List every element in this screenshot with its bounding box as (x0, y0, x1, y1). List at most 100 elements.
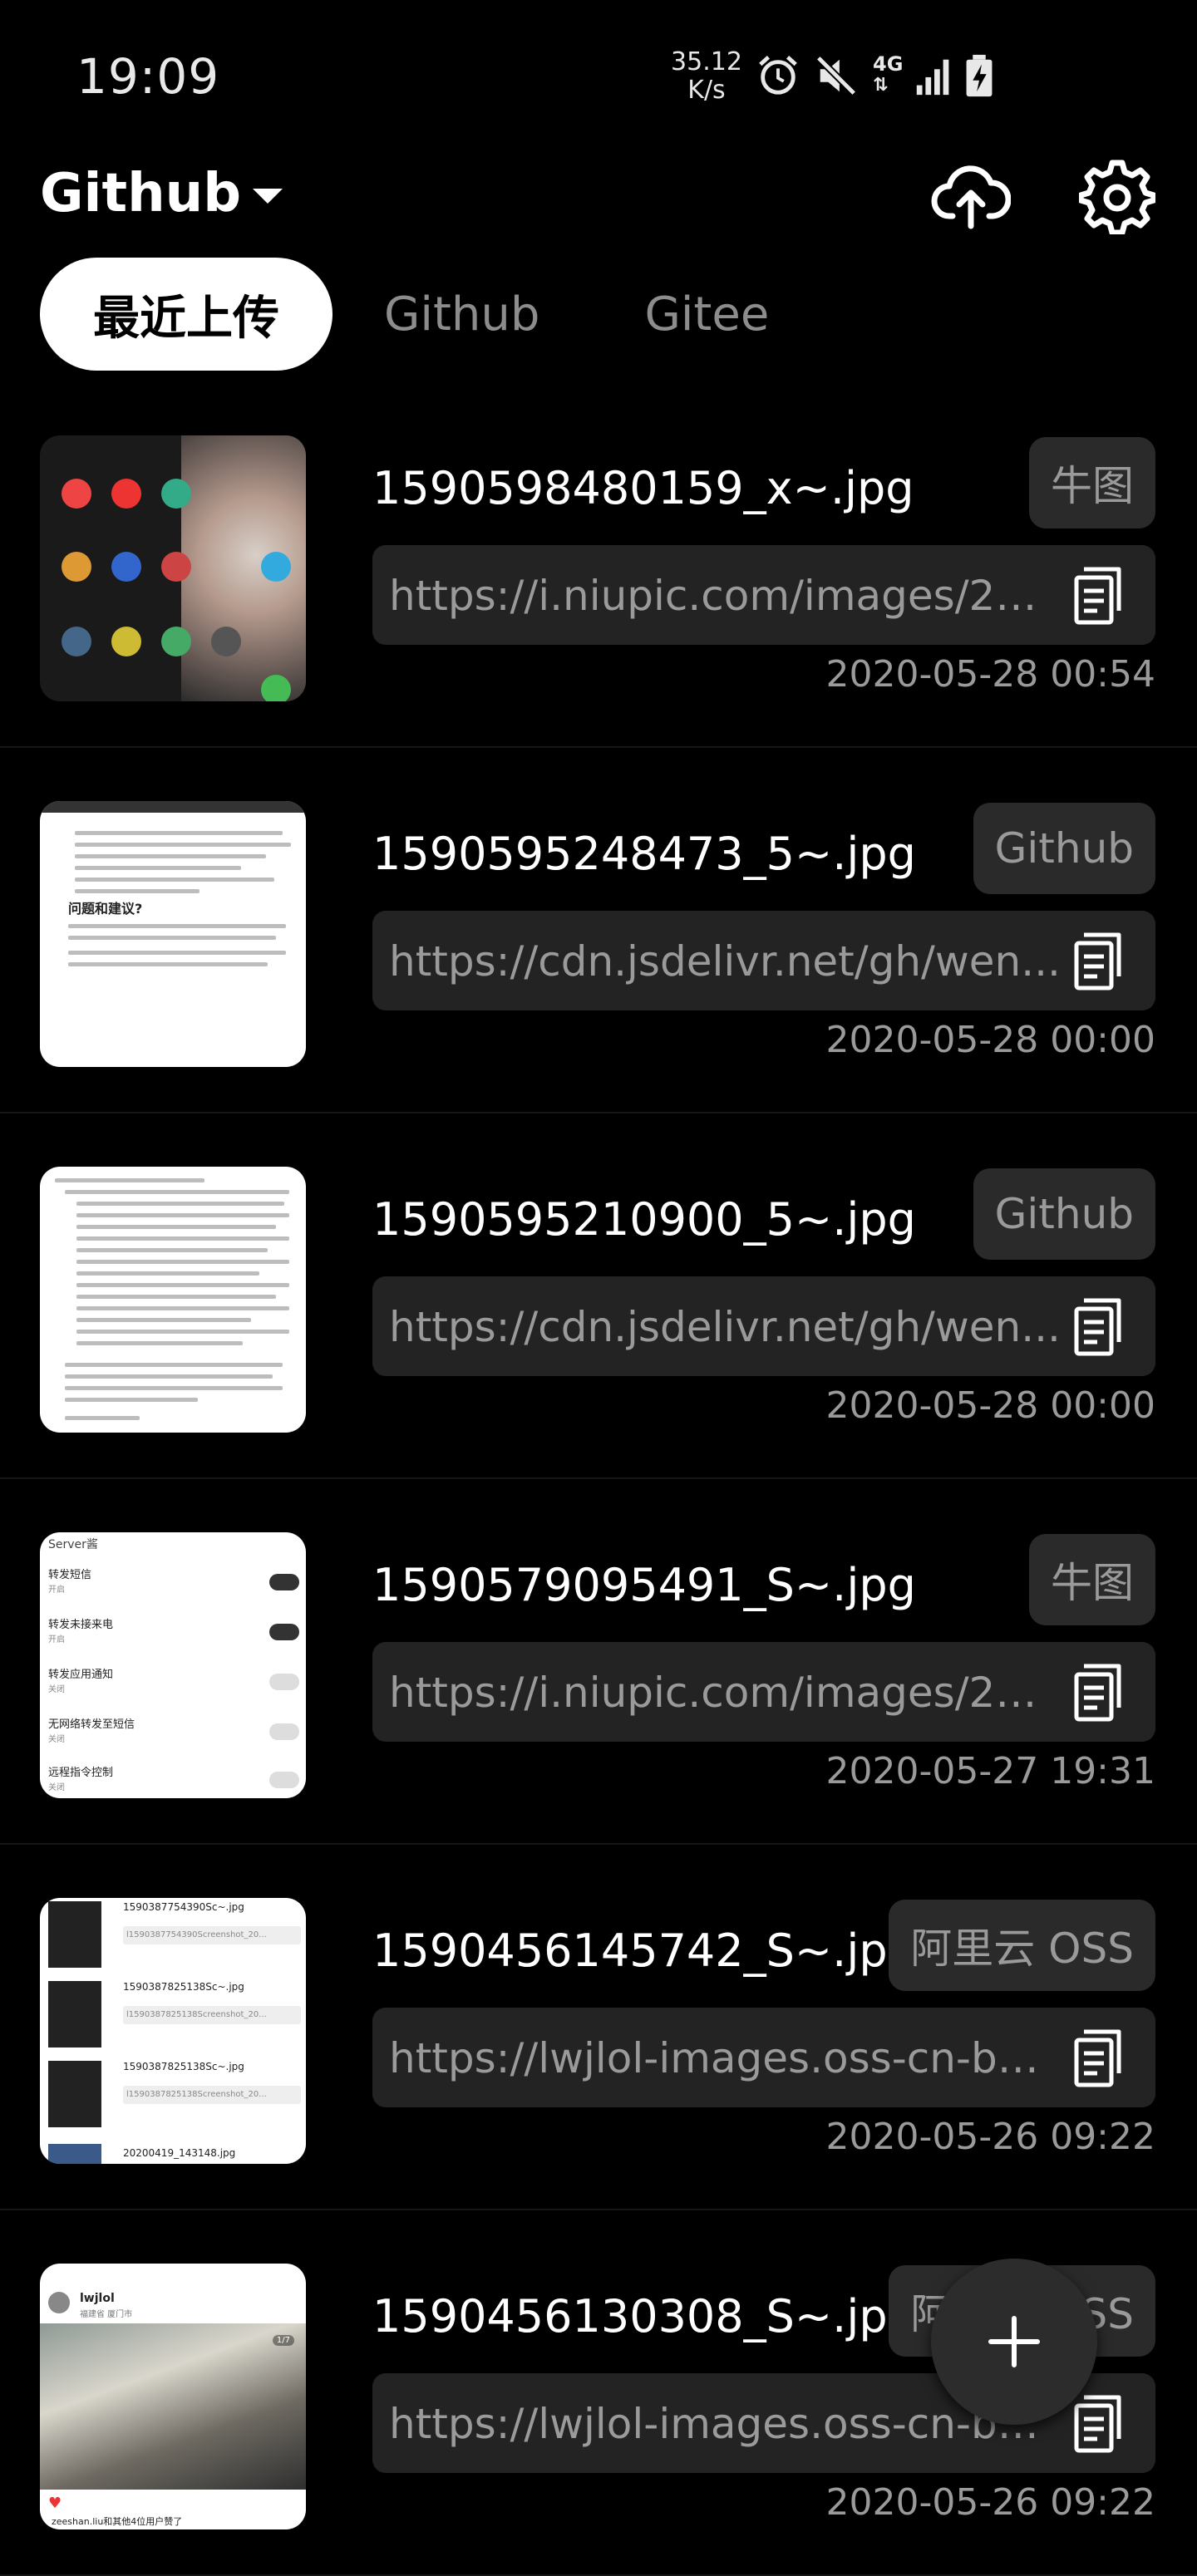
file-name: 1590579095491_S~.jpg (372, 1559, 916, 1611)
settings-button[interactable] (1077, 156, 1157, 236)
url-field[interactable]: https://lwjlol-images.oss-cn-beiji... (372, 2008, 1155, 2107)
host-badge: Github (973, 1168, 1155, 1260)
server-title: Server酱 (48, 1538, 98, 1551)
toggle-switch (269, 1574, 299, 1590)
app-title: Github (40, 163, 241, 224)
gear-icon (1079, 160, 1155, 234)
url-text: https://i.niupic.com/images/202... (389, 1669, 1061, 1717)
mini-thumb (48, 1981, 101, 2048)
copy-icon (1074, 567, 1121, 625)
thumbnail[interactable] (40, 1167, 306, 1433)
copy-url-button[interactable] (1066, 1659, 1132, 1725)
social-user: lwjlol (80, 2292, 115, 2305)
upload-item[interactable]: Server酱 转发短信 开启 转发未接来电 开启 转发应用通知 关闭 无网络转… (0, 1479, 1197, 1845)
upload-item[interactable]: 问题和建议? 1590595248473_5~.jpg Github https… (0, 748, 1197, 1113)
cloud-upload-icon (931, 165, 1011, 229)
toggle-switch (269, 1772, 299, 1788)
url-field[interactable]: https://i.niupic.com/images/202... (372, 1642, 1155, 1742)
dropdown-caret-icon (253, 189, 283, 204)
copy-icon (1074, 932, 1121, 991)
host-badge: 阿里云 OSS (889, 1900, 1155, 1991)
file-name: 1590595210900_5~.jpg (372, 1193, 916, 1246)
photo-counter: 1/7 (272, 2335, 294, 2346)
doc-heading: 问题和建议? (68, 901, 143, 917)
upload-date: 2020-05-27 19:31 (825, 1750, 1156, 1792)
upload-item[interactable]: 1590387754390Sc~.jpg l1590387754390Scree… (0, 1845, 1197, 2210)
copy-url-button[interactable] (1066, 1293, 1132, 1359)
url-field[interactable]: https://cdn.jsdelivr.net/gh/wen... (372, 1276, 1155, 1376)
setting-label: 转发短信 (48, 1569, 92, 1581)
mute-icon (815, 55, 857, 96)
url-text: https://lwjlol-images.oss-cn-beiji... (389, 2400, 1061, 2448)
data-arrows-icon: ⇅ (873, 75, 889, 96)
setting-state: 开启 (48, 1635, 65, 1644)
net-speed-value: 35.12 (671, 47, 742, 76)
setting-state: 关闭 (48, 1735, 65, 1744)
upload-button[interactable] (931, 156, 1011, 236)
setting-state: 关闭 (48, 1783, 65, 1792)
copy-url-button[interactable] (1066, 2024, 1132, 2091)
toggle-switch (269, 1624, 299, 1640)
thumbnail[interactable]: Server酱 转发短信 开启 转发未接来电 开启 转发应用通知 关闭 无网络转… (40, 1532, 306, 1798)
tab-github[interactable]: Github (332, 258, 591, 371)
net-speed: 35.12 K/s (669, 48, 744, 105)
upload-date: 2020-05-28 00:00 (825, 1019, 1156, 1061)
mini-thumb (48, 2144, 101, 2164)
mini-thumb (48, 1901, 101, 1968)
status-bar: 19:09 35.12 K/s 4G ⇅ (0, 0, 1197, 158)
network-4g-icon: 4G ⇅ (873, 53, 913, 98)
setting-state: 开启 (48, 1585, 65, 1595)
setting-label: 无网络转发至短信 (48, 1718, 135, 1731)
plus-icon (988, 2316, 1040, 2367)
network-type-label: 4G (873, 52, 904, 76)
copy-url-button[interactable] (1066, 562, 1132, 628)
mini-thumb (48, 2061, 101, 2127)
copy-icon (1074, 2395, 1121, 2453)
upload-date: 2020-05-28 00:54 (825, 653, 1156, 696)
add-upload-button[interactable] (931, 2259, 1097, 2425)
copy-icon (1074, 1298, 1121, 1356)
file-name: 1590595248473_5~.jpg (372, 828, 916, 880)
copy-url-button[interactable] (1066, 927, 1132, 994)
thumbnail[interactable]: lwjlol 福建省 厦门市 1/7 ♥ zeeshan.liu和其他4位用户赞… (40, 2264, 306, 2529)
tab-gitee[interactable]: Gitee (593, 258, 820, 371)
mini-url: l1590387754390Screenshot_20... (123, 1926, 301, 1944)
url-field[interactable]: https://cdn.jsdelivr.net/gh/wen... (372, 911, 1155, 1010)
mini-footer-file: 20200419_143148.jpg (123, 2147, 236, 2159)
url-text: https://cdn.jsdelivr.net/gh/wen... (389, 937, 1061, 986)
url-text: https://cdn.jsdelivr.net/gh/wen... (389, 1303, 1061, 1351)
setting-state: 关闭 (48, 1685, 65, 1694)
upload-item[interactable]: 1590598480159_x~.jpg 牛图 https://i.niupic… (0, 382, 1197, 748)
toggle-switch (269, 1723, 299, 1740)
host-badge: 牛图 (1029, 1534, 1155, 1625)
url-text: https://lwjlol-images.oss-cn-beiji... (389, 2034, 1061, 2082)
setting-label: 转发未接来电 (48, 1619, 114, 1631)
thumbnail[interactable]: 问题和建议? (40, 801, 306, 1067)
thumbnail[interactable]: 1590387754390Sc~.jpg l1590387754390Scree… (40, 1898, 306, 2164)
upload-date: 2020-05-26 09:22 (825, 2116, 1156, 2158)
host-badge: Github (973, 803, 1155, 894)
host-badge: 牛图 (1029, 437, 1155, 528)
upload-item[interactable]: 1590595210900_5~.jpg Github https://cdn.… (0, 1113, 1197, 1479)
copy-url-button[interactable] (1066, 2390, 1132, 2456)
setting-label: 转发应用通知 (48, 1669, 114, 1681)
url-text: https://i.niupic.com/images/202... (389, 572, 1061, 620)
upload-list: 1590598480159_x~.jpg 牛图 https://i.niupic… (0, 382, 1197, 2576)
battery-charging-icon (966, 54, 993, 97)
alarm-icon (759, 56, 797, 95)
mini-url: l1590387825138Screenshot_20... (123, 2006, 301, 2024)
tab-bar: 最近上传 Github Gitee (40, 258, 822, 371)
file-name: 1590456130308_S~.jpg (372, 2290, 916, 2342)
mini-file-name: 1590387825138Sc~.jpg (123, 1981, 244, 1993)
social-location: 福建省 厦门市 (80, 2310, 133, 2319)
url-field[interactable]: https://i.niupic.com/images/202... (372, 545, 1155, 645)
file-name: 1590456145742_S~.jpg (372, 1925, 916, 1977)
tab-recent[interactable]: 最近上传 (40, 258, 332, 371)
upload-date: 2020-05-26 09:22 (825, 2481, 1156, 2524)
social-photo (40, 2323, 306, 2490)
copy-icon (1074, 1664, 1121, 1722)
net-speed-unit: K/s (687, 76, 726, 105)
source-selector[interactable]: Github (40, 163, 283, 224)
avatar (48, 2292, 70, 2313)
thumbnail[interactable] (40, 435, 306, 701)
